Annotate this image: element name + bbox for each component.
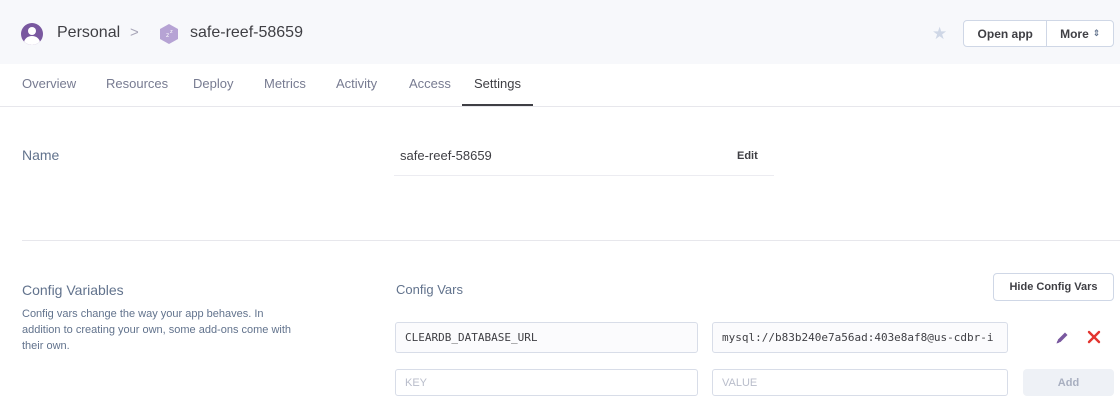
svg-text:z: z (170, 29, 173, 35)
hide-config-vars-label: Hide Config Vars (1009, 281, 1098, 293)
app-hex-icon: z z (160, 24, 178, 44)
svg-text:z: z (166, 32, 169, 39)
chevron-updown-icon: ⇕ (1092, 28, 1101, 38)
config-var-value-field[interactable]: mysql://b83b240e7a56ad:403e8af8@us-cdbr-… (712, 322, 1008, 353)
breadcrumb-separator: > (130, 24, 139, 41)
favorite-star-icon[interactable]: ★ (932, 25, 947, 43)
more-button[interactable]: More ⇕ (1047, 21, 1113, 46)
open-app-label: Open app (977, 26, 1033, 41)
tab-metrics[interactable]: Metrics (264, 76, 306, 91)
tab-activity[interactable]: Activity (336, 76, 377, 91)
app-header: Personal > z z safe-reef-58659 ★ Open ap… (0, 0, 1120, 64)
tab-resources[interactable]: Resources (106, 76, 168, 91)
hide-config-vars-button[interactable]: Hide Config Vars (993, 273, 1114, 301)
more-label: More (1060, 26, 1089, 41)
tab-settings[interactable]: Settings (474, 76, 521, 91)
app-name-value: safe-reef-58659 (400, 148, 492, 163)
header-button-group: Open app More ⇕ (963, 20, 1114, 47)
tab-overview[interactable]: Overview (22, 76, 76, 91)
new-value-input[interactable]: VALUE (712, 369, 1008, 396)
name-section-title: Name (22, 147, 60, 163)
config-section-title: Config Variables (22, 282, 124, 298)
config-var-key-field[interactable]: CLEARDB_DATABASE_URL (395, 322, 698, 353)
tab-access[interactable]: Access (409, 76, 451, 91)
app-tabs: Overview Resources Deploy Metrics Activi… (0, 64, 1120, 107)
edit-pencil-icon[interactable] (1054, 330, 1070, 346)
new-key-input[interactable]: KEY (395, 369, 698, 396)
config-vars-label: Config Vars (396, 282, 463, 297)
config-section-description: Config vars change the way your app beha… (22, 308, 292, 352)
active-tab-indicator (462, 104, 533, 106)
breadcrumb-personal[interactable]: Personal (57, 24, 120, 42)
add-config-var-button[interactable]: Add (1023, 369, 1114, 396)
name-divider (394, 175, 774, 176)
section-divider (22, 240, 1120, 241)
user-avatar-icon[interactable] (21, 23, 43, 45)
open-app-button[interactable]: Open app (964, 21, 1048, 46)
delete-x-icon[interactable] (1086, 329, 1102, 345)
breadcrumb-app-name[interactable]: safe-reef-58659 (190, 24, 303, 42)
tab-deploy[interactable]: Deploy (193, 76, 233, 91)
edit-name-button[interactable]: Edit (737, 150, 758, 162)
add-label: Add (1057, 376, 1080, 389)
